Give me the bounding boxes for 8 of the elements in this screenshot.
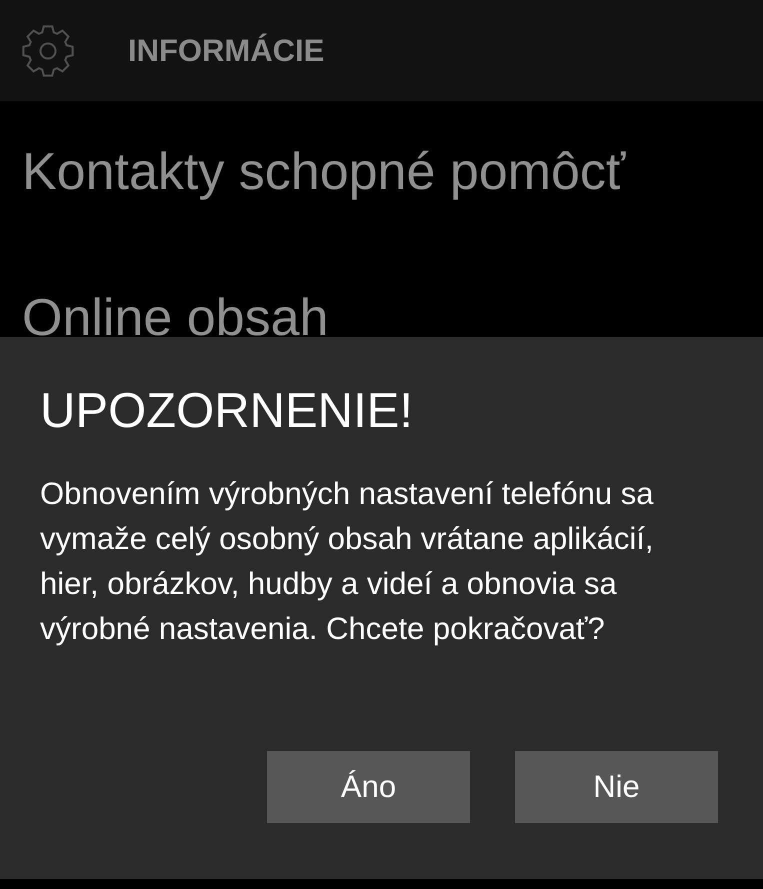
settings-item[interactable]: Online obsah	[22, 288, 328, 337]
settings-item[interactable]: Kontakty schopné pomôcť	[22, 142, 626, 202]
dialog-button[interactable]: Nie	[515, 751, 718, 823]
dialog-button[interactable]: Áno	[267, 751, 470, 823]
page-title: INFORMÁCIE	[128, 32, 324, 70]
settings-icon	[21, 24, 75, 78]
dialog-message: Obnovením výrobných nastavení telefónu sa vymaže celý osobný obsah vrátane aplikácií, hier, obrázkov, hudby a videí a obnovia sa výrobné nastavenia. Chcete pokračovať?	[40, 475, 654, 648]
dialog-title: UPOZORNENIE!	[40, 383, 413, 440]
